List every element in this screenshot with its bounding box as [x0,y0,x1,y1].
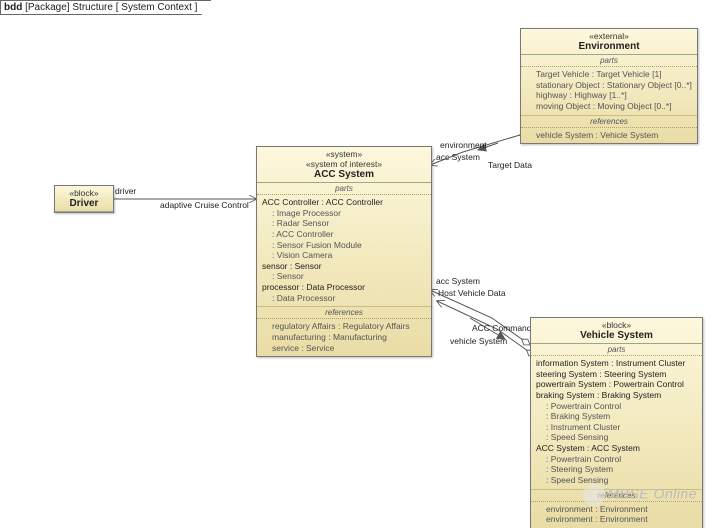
list-item: service : Service [262,343,426,354]
env-name: Environment [524,41,694,52]
list-item: sensor : Sensor [262,261,426,272]
driver-stereo: «block» [58,188,110,198]
end-label-acc-system-2: acc System [436,276,480,286]
list-item: environment : Environment [536,514,697,525]
veh-parts: information System : Instrument Clusters… [531,356,702,490]
env-parts: Target Vehicle : Target Vehicle [1]stati… [521,67,697,116]
end-label-environment: environment [440,140,487,150]
list-item: : Steering System [536,464,697,475]
veh-stereo: «block» [534,320,699,330]
end-label-acc-system: acc System [436,152,480,162]
list-item: manufacturing : Manufacturing [262,332,426,343]
list-item: : Sensor Fusion Module [262,240,426,251]
list-item: highway : Highway [1..*] [526,90,692,101]
acc-parts-label: parts [257,183,431,195]
list-item: information System : Instrument Cluster [536,358,697,369]
list-item: moving Object : Moving Object [0..*] [526,101,692,112]
title-prefix: bdd [4,2,22,13]
list-item: stationary Object : Stationary Object [0… [526,80,692,91]
env-refs-label: references [521,116,697,128]
list-item: braking System : Braking System [536,390,697,401]
veh-name: Vehicle System [534,330,699,341]
list-item: processor : Data Processor [262,282,426,293]
list-item: regulatory Affairs : Regulatory Affairs [262,321,426,332]
list-item: : Speed Sensing [536,432,697,443]
list-item: vehicle System : Vehicle System [526,130,692,141]
acc-name: ACC System [260,169,428,180]
block-driver[interactable]: «block» Driver [54,185,114,213]
list-item: : ACC Controller [262,229,426,240]
veh-parts-label: parts [531,344,702,356]
veh-refs-label: references [531,490,702,502]
acc-parts: ACC Controller : ACC Controller: Image P… [257,195,431,307]
edge-label-target-data: Target Data [488,160,532,170]
env-refs: vehicle System : Vehicle System [521,128,697,144]
edge-label-host-data: Host Vehicle Data [438,288,506,298]
end-label-vehicle-system: vehicle System [450,336,507,346]
list-item: ACC Controller : ACC Controller [262,197,426,208]
diagram-title: bdd [Package] Structure [ System Context… [0,0,211,15]
list-item: : Instrument Cluster [536,422,697,433]
list-item: steering System : Steering System [536,369,697,380]
list-item: : Powertrain Control [536,401,697,412]
list-item: : Image Processor [262,208,426,219]
title-pkg: [Package] [25,2,69,13]
driver-name: Driver [58,198,110,209]
title-context: [ System Context ] [116,2,198,13]
acc-stereo-2: «system of interest» [260,159,428,169]
block-acc-system[interactable]: «system» «system of interest» ACC System… [256,146,432,357]
title-name: Structure [72,2,113,13]
list-item: Target Vehicle : Target Vehicle [1] [526,69,692,80]
list-item: : Sensor [262,271,426,282]
env-stereo: «external» [524,31,694,41]
acc-refs: regulatory Affairs : Regulatory Affairsm… [257,319,431,356]
acc-stereo-1: «system» [260,149,428,159]
list-item: : Radar Sensor [262,218,426,229]
end-label-driver: driver [115,186,136,196]
edge-label-acc-commands: ACC Commands [472,323,536,333]
list-item: powertrain System : Powertrain Control [536,379,697,390]
block-environment[interactable]: «external» Environment parts Target Vehi… [520,28,698,144]
list-item: : Vision Camera [262,250,426,261]
list-item: : Braking System [536,411,697,422]
block-vehicle-system[interactable]: «block» Vehicle System parts information… [530,317,703,528]
veh-refs: environment : Environmentenvironment : E… [531,502,702,528]
edge-label-adaptive-cruise: adaptive Cruise Control [160,200,249,210]
list-item: : Speed Sensing [536,475,697,486]
env-parts-label: parts [521,55,697,67]
list-item: environment : Environment [536,504,697,515]
list-item: : Powertrain Control [536,454,697,465]
acc-refs-label: references [257,307,431,319]
list-item: : Data Processor [262,293,426,304]
list-item: ACC System : ACC System [536,443,697,454]
